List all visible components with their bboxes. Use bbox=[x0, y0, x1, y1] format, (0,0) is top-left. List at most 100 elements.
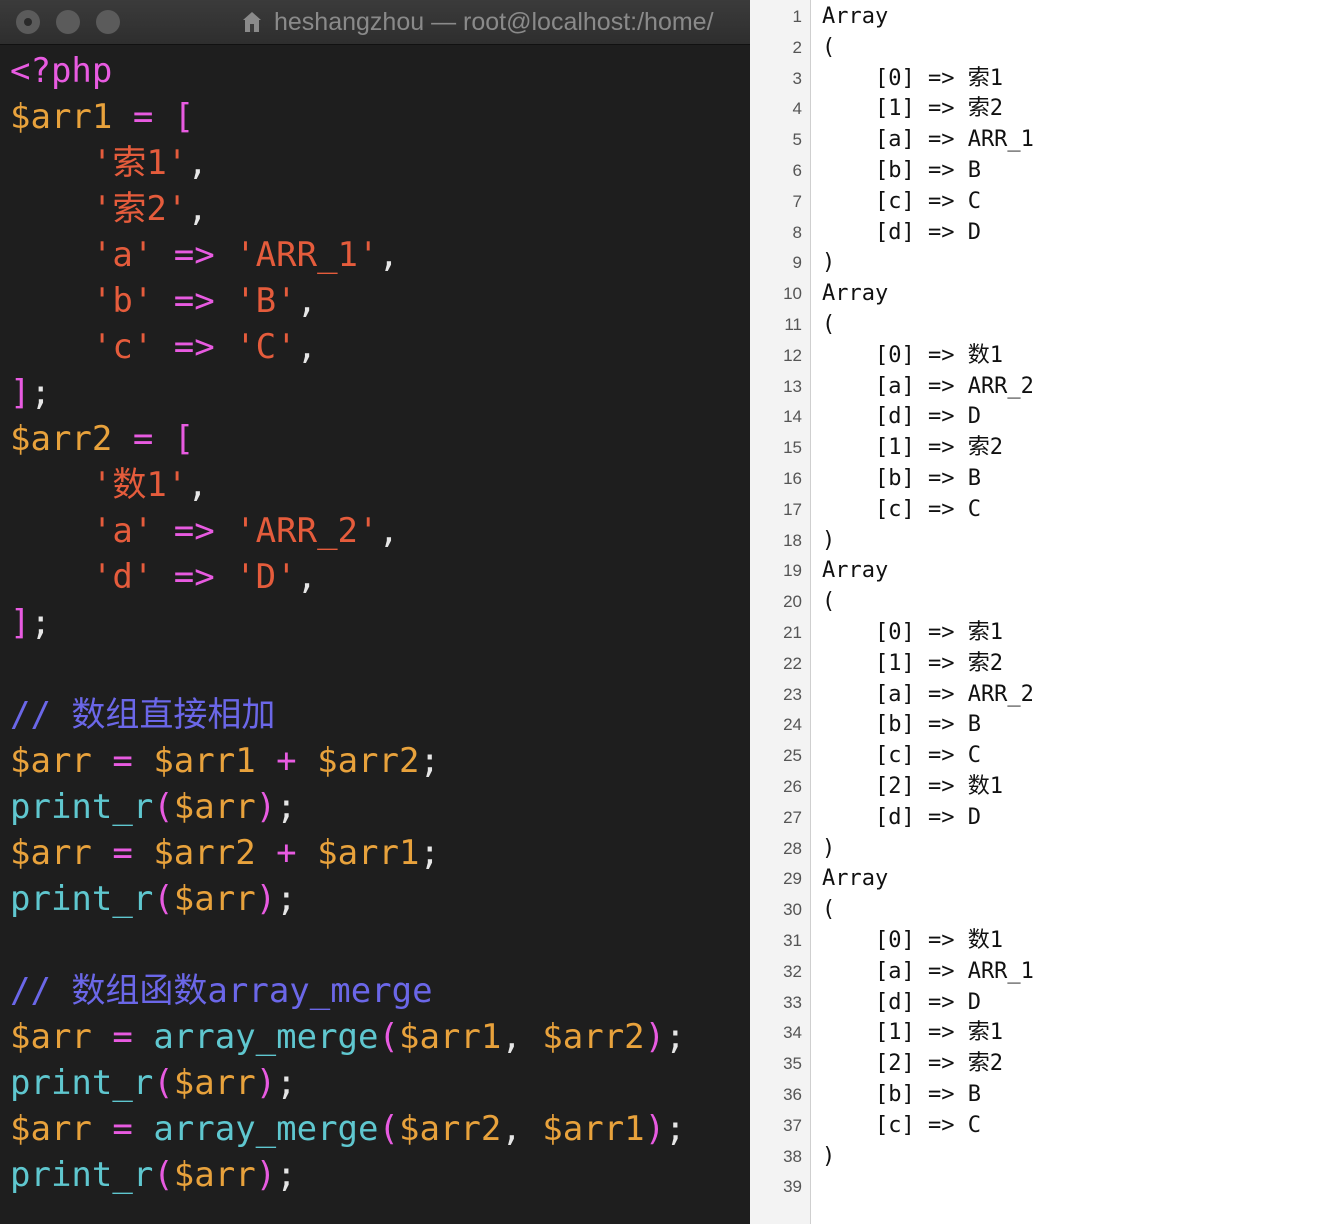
output-line: 28) bbox=[750, 834, 1336, 864]
output-text: ) bbox=[822, 1143, 836, 1169]
code-token: => bbox=[153, 281, 236, 321]
code-token: [ bbox=[173, 97, 195, 137]
code-token: ; bbox=[276, 1155, 297, 1195]
code-token: $arr bbox=[10, 741, 92, 781]
line-number: 16 bbox=[783, 469, 802, 488]
code-token: $arr2 bbox=[153, 833, 256, 873]
output-line: 14 [d] => D bbox=[750, 402, 1336, 432]
code-line: print_r($arr); bbox=[10, 784, 297, 830]
code-token: 'c' bbox=[91, 327, 154, 367]
output-text: [b] => B bbox=[822, 1082, 981, 1107]
output-text: ( bbox=[822, 897, 836, 923]
code-token: 'ARR_2' bbox=[235, 511, 379, 551]
code-line: $arr = array_merge($arr1, $arr2); bbox=[10, 1014, 686, 1060]
output-text: ( bbox=[822, 312, 836, 337]
code-token: 'd' bbox=[91, 557, 154, 597]
output-text: [c] => C bbox=[822, 743, 981, 769]
line-number: 28 bbox=[783, 838, 802, 858]
line-number: 15 bbox=[783, 438, 802, 458]
line-number: 12 bbox=[783, 345, 802, 365]
line-number: 10 bbox=[783, 284, 802, 304]
code-token: , bbox=[378, 235, 399, 275]
output-line: 7 [c] => C bbox=[750, 187, 1336, 217]
output-text: [c] => C bbox=[822, 188, 981, 214]
output-text: [a] => ARR_2 bbox=[822, 681, 1034, 707]
output-line: 4 [1] => 索2 bbox=[750, 94, 1336, 124]
code-token: => bbox=[153, 235, 236, 275]
zoom-window-button[interactable] bbox=[96, 10, 120, 34]
output-line: 33 [d] => D bbox=[750, 988, 1336, 1018]
code-token: ) bbox=[255, 1155, 277, 1195]
line-number: 22 bbox=[783, 653, 802, 673]
output-text: [2] => 索2 bbox=[822, 1051, 1003, 1077]
output-line: 6 [b] => B bbox=[750, 156, 1336, 186]
line-number: 23 bbox=[783, 684, 802, 704]
code-token: => bbox=[153, 511, 236, 551]
code-token: ; bbox=[276, 879, 297, 919]
code-token: $arr2 bbox=[542, 1017, 645, 1057]
window-title: heshangzhou — root@localhost:/home/ bbox=[274, 8, 714, 36]
output-text: ) bbox=[822, 527, 836, 553]
code-token: '索1' bbox=[91, 143, 188, 183]
line-number: 36 bbox=[783, 1085, 802, 1104]
window-title-container: heshangzhou — root@localhost:/home/ bbox=[242, 6, 714, 38]
code-token: ; bbox=[30, 373, 51, 413]
code-token: ; bbox=[665, 1017, 686, 1057]
terminal-window: heshangzhou — root@localhost:/home/ <?ph… bbox=[0, 0, 750, 1224]
output-line: 18) bbox=[750, 526, 1336, 556]
code-line: '索2', bbox=[10, 186, 208, 232]
code-token: $arr bbox=[173, 1063, 256, 1103]
code-token: ( bbox=[153, 1155, 174, 1195]
output-text: [0] => 索1 bbox=[822, 65, 1003, 91]
code-token: ] bbox=[10, 603, 31, 643]
output-text: Array bbox=[822, 558, 889, 584]
line-number: 11 bbox=[784, 315, 802, 334]
output-line: 17 [c] => C bbox=[750, 495, 1336, 525]
line-number: 19 bbox=[783, 561, 802, 581]
output-text: [b] => B bbox=[822, 466, 981, 491]
code-token: 'ARR_1' bbox=[235, 235, 379, 275]
close-window-button[interactable] bbox=[16, 10, 40, 34]
line-number: 20 bbox=[783, 592, 802, 612]
output-line: 11 ( bbox=[750, 310, 1336, 340]
code-token: '索2' bbox=[91, 189, 188, 229]
output-line: 16 [b] => B bbox=[750, 464, 1336, 494]
output-line: 38) bbox=[750, 1142, 1336, 1172]
output-text: [d] => D bbox=[822, 219, 981, 245]
output-text: [d] => D bbox=[822, 404, 981, 430]
code-line: print_r($arr); bbox=[10, 1152, 297, 1198]
code-token: ) bbox=[255, 1063, 277, 1103]
line-number: 8 bbox=[792, 222, 802, 242]
code-token: print_r bbox=[10, 1063, 154, 1103]
output-line: 12 [0] => 数1 bbox=[750, 341, 1336, 371]
code-token: $arr2 bbox=[398, 1109, 502, 1149]
line-number: 24 bbox=[783, 715, 802, 735]
output-line: 19 Array bbox=[750, 556, 1336, 586]
code-line: $arr2 = [ bbox=[10, 416, 194, 462]
code-line: 'a' => 'ARR_1', bbox=[10, 232, 399, 278]
code-token: $arr1 bbox=[542, 1109, 645, 1149]
minimize-window-button[interactable] bbox=[56, 10, 80, 34]
line-number: 2 bbox=[792, 37, 802, 57]
code-token: + bbox=[255, 741, 318, 781]
code-token: $arr bbox=[173, 879, 256, 919]
code-token: , bbox=[296, 557, 318, 597]
output-text: [a] => ARR_1 bbox=[822, 958, 1034, 984]
output-line: 8 [d] => D bbox=[750, 218, 1336, 248]
output-text: [b] => B bbox=[822, 712, 981, 738]
output-pane[interactable]: 1 Array 2(3 [0] => 索1 4 [1] => 索2 5 [a] => A… bbox=[750, 0, 1336, 1224]
code-line: ]; bbox=[10, 600, 51, 646]
output-line: 1 Array bbox=[750, 2, 1336, 32]
output-line: 35 [2] => 索2 bbox=[750, 1049, 1336, 1079]
code-line: <?php bbox=[10, 48, 112, 94]
code-token: ; bbox=[30, 603, 51, 643]
code-line: $arr = array_merge($arr2, $arr1); bbox=[10, 1106, 686, 1152]
code-token: = bbox=[112, 419, 174, 459]
code-token: ) bbox=[255, 879, 277, 919]
line-number: 26 bbox=[783, 777, 802, 796]
code-token: $arr2 bbox=[317, 741, 420, 781]
